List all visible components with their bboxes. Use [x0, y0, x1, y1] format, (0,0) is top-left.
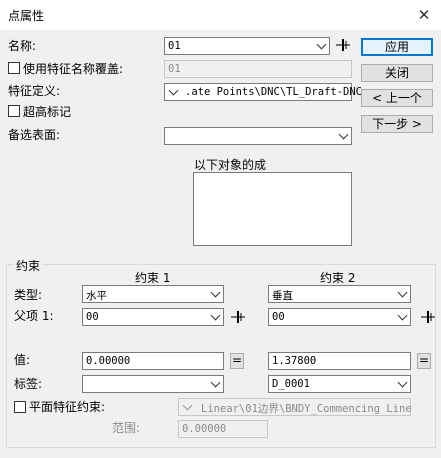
constraint2-parent-combo[interactable]: 00 — [268, 308, 411, 326]
override-value: 01 — [168, 63, 181, 75]
plane-feature-checkbox[interactable] — [14, 401, 26, 413]
constraint1-value: 0.00000 — [86, 355, 131, 367]
constraint2-value-field[interactable]: 1.37800 — [268, 352, 411, 370]
constraint2-equals-button[interactable]: = — [417, 353, 431, 369]
constraint2-value: 1.37800 — [272, 355, 317, 367]
title-bar — [0, 0, 441, 30]
chevron-down-icon — [168, 85, 179, 96]
constraint1-tag-combo[interactable] — [82, 375, 224, 393]
range-label: 范围: — [112, 421, 141, 435]
objects-list[interactable] — [193, 172, 352, 246]
feature-def-value: .ate Points\DNC\TL_Draft-DNC — [185, 86, 363, 98]
override-label: 使用特征名称覆盖: — [23, 62, 124, 76]
elevation-marker-checkbox[interactable] — [8, 105, 20, 117]
name-combo[interactable]: 01 — [164, 37, 330, 55]
feature-def-select[interactable]: .ate Points\DNC\TL_Draft-DNC — [164, 83, 362, 101]
crosshair-pick-icon[interactable] — [335, 37, 351, 53]
elevation-marker-label: 超高标记 — [23, 105, 72, 119]
name-label: 名称: — [8, 39, 37, 53]
constraint1-parent-combo[interactable]: 00 — [82, 308, 224, 326]
close-button[interactable]: 关闭 — [361, 64, 433, 82]
constraint2-tag-combo[interactable]: D_0001 — [268, 375, 411, 393]
name-value: 01 — [168, 40, 181, 52]
chevron-down-icon — [397, 310, 408, 321]
alt-surface-label: 备选表面: — [8, 128, 61, 142]
plane-feature-select[interactable]: Linear\01边界\BNDY_Commencing Line — [178, 398, 412, 416]
crosshair-pick-icon[interactable] — [420, 309, 436, 325]
constraint2-parent-value: 00 — [272, 311, 285, 323]
constraint1-equals-button[interactable]: = — [230, 353, 244, 369]
constraint2-type-select[interactable]: 垂直 — [268, 285, 411, 303]
constraint1-type-value: 水平 — [86, 290, 107, 302]
chevron-down-icon — [182, 400, 193, 411]
feature-def-label: 特征定义: — [8, 84, 61, 98]
constraint2-header: 约束 2 — [320, 271, 356, 285]
chevron-down-icon — [210, 310, 221, 321]
objects-box-label: 以下对象的成 — [194, 158, 267, 172]
crosshair-pick-icon[interactable] — [230, 309, 246, 325]
previous-button[interactable]: < 上一个 — [361, 89, 433, 107]
next-button[interactable]: 下一步 > — [361, 115, 433, 133]
constraint2-type-value: 垂直 — [272, 290, 293, 302]
constraint1-value-field[interactable]: 0.00000 — [82, 352, 224, 370]
constraint1-type-select[interactable]: 水平 — [82, 285, 224, 303]
window-title: 点属性 — [8, 9, 45, 23]
alt-surface-select[interactable] — [164, 127, 352, 145]
tag-label: 标签: — [14, 377, 43, 391]
constraint1-parent-value: 00 — [86, 311, 99, 323]
type-label: 类型: — [14, 288, 43, 302]
override-checkbox[interactable] — [8, 62, 20, 74]
chevron-down-icon — [397, 287, 408, 298]
constraint2-tag: D_0001 — [272, 378, 310, 390]
chevron-down-icon — [316, 39, 327, 50]
range-value: 0.00000 — [182, 423, 227, 435]
constraint1-header: 约束 1 — [135, 271, 171, 285]
override-name-field[interactable]: 01 — [164, 60, 352, 78]
chevron-down-icon — [338, 129, 349, 140]
chevron-down-icon — [210, 287, 221, 298]
apply-button[interactable]: 应用 — [361, 38, 433, 56]
value-label: 值: — [14, 353, 31, 367]
plane-feature-value: Linear\01边界\BNDY_Commencing Line — [201, 403, 412, 415]
plane-feature-label: 平面特征约束: — [29, 400, 106, 414]
chevron-down-icon — [210, 377, 221, 388]
constraints-group-label: 约束 — [14, 257, 43, 274]
parent-label: 父项 1: — [14, 309, 54, 323]
close-icon[interactable]: ✕ — [411, 3, 437, 27]
range-field[interactable]: 0.00000 — [178, 420, 268, 438]
chevron-down-icon — [397, 377, 408, 388]
